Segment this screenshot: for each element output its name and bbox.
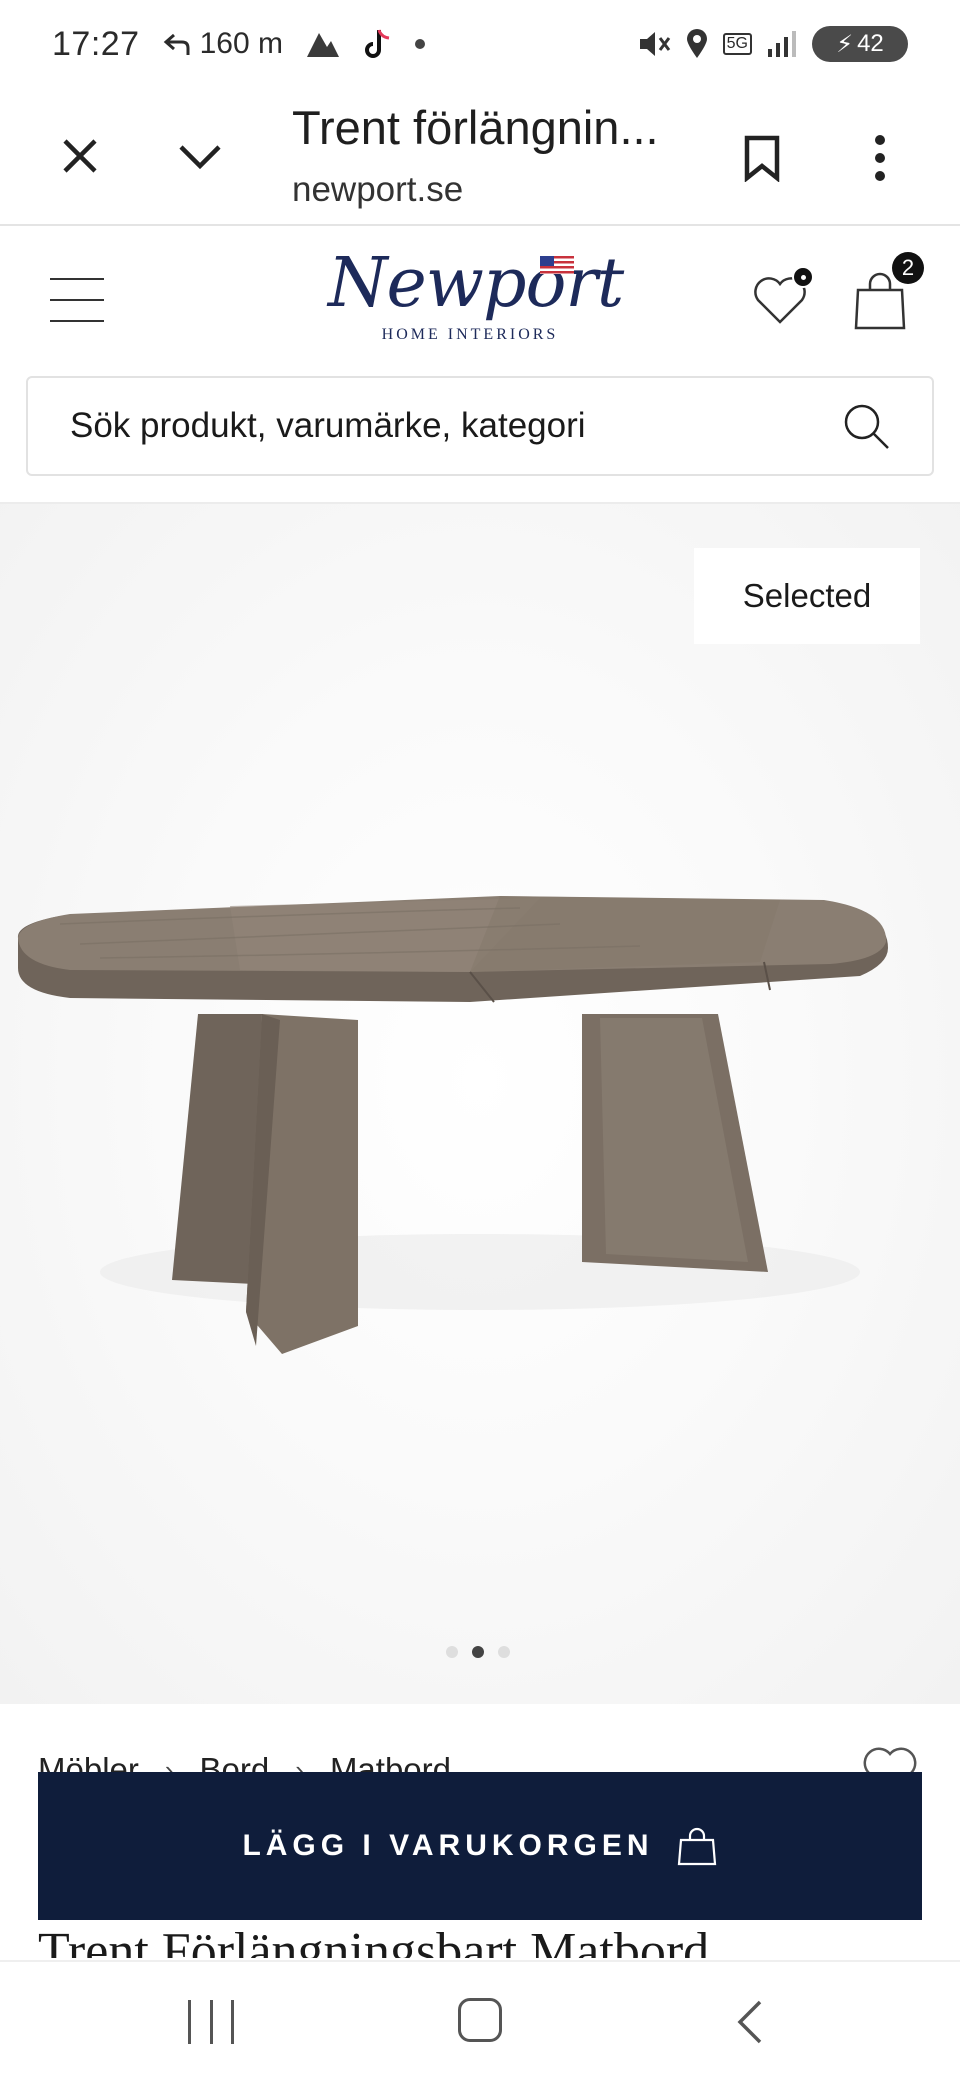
wishlist-indicator [792,266,814,288]
selected-badge: Selected [694,548,920,644]
bookmark-button[interactable] [734,128,790,188]
notification-dot-icon [414,39,425,49]
back-button[interactable] [732,1998,768,2046]
home-button[interactable] [458,1998,502,2042]
mute-icon [639,32,670,56]
gallery-dot-2[interactable] [472,1646,484,1658]
us-flag-icon [540,256,574,274]
chevron-down-icon [179,145,221,170]
close-icon [63,139,97,173]
cart-count-badge: 2 [892,252,924,284]
battery-level: 42 [857,30,884,57]
navigation-status: 160 m [162,27,283,61]
close-tab-button[interactable] [52,128,108,184]
product-gallery[interactable]: Selected [0,502,960,1704]
search-icon[interactable] [840,400,892,452]
browser-toolbar: Trent förlängnin... newport.se [0,88,960,226]
charging-icon: ⚡ [836,30,854,58]
browser-url[interactable]: newport.se [292,170,463,210]
turn-arrow-icon [163,33,190,55]
more-options-button[interactable] [852,124,908,192]
site-header: Newport HOME INTERIORS 2 [0,226,960,374]
battery-indicator: ⚡ 42 [812,26,908,62]
signal-icon [768,31,796,57]
system-navigation-bar [0,1960,960,2080]
minimize-button[interactable] [172,128,228,184]
gallery-pagination [446,1646,510,1658]
status-bar: 17:27 160 m 5G ⚡ 42 [0,0,960,88]
add-to-cart-label: LÄGG I VARUKORGEN [242,1829,654,1862]
wishlist-button[interactable] [750,266,814,328]
cart-button[interactable]: 2 [850,252,924,332]
navigation-distance: 160 m [199,27,283,60]
add-to-cart-button[interactable]: LÄGG I VARUKORGEN [38,1772,922,1920]
network-type: 5G [722,33,752,55]
gallery-dot-1[interactable] [446,1646,458,1658]
search-bar [26,376,934,476]
location-icon [686,29,707,58]
newport-logo[interactable]: Newport HOME INTERIORS [328,244,624,364]
bookmark-icon [744,135,780,182]
product-image[interactable] [0,894,960,1414]
tiktok-icon [365,29,390,58]
maps-icon [306,33,339,57]
menu-icon[interactable] [50,278,104,322]
more-vertical-icon [875,135,885,181]
gallery-dot-3[interactable] [498,1646,510,1658]
browser-page-title: Trent förlängnin... [292,101,659,154]
recent-apps-button[interactable] [188,2000,234,2044]
shopping-bag-icon [677,1827,716,1866]
search-input[interactable] [70,406,840,446]
status-time: 17:27 [52,24,140,63]
logo-subtitle: HOME INTERIORS [381,326,559,343]
